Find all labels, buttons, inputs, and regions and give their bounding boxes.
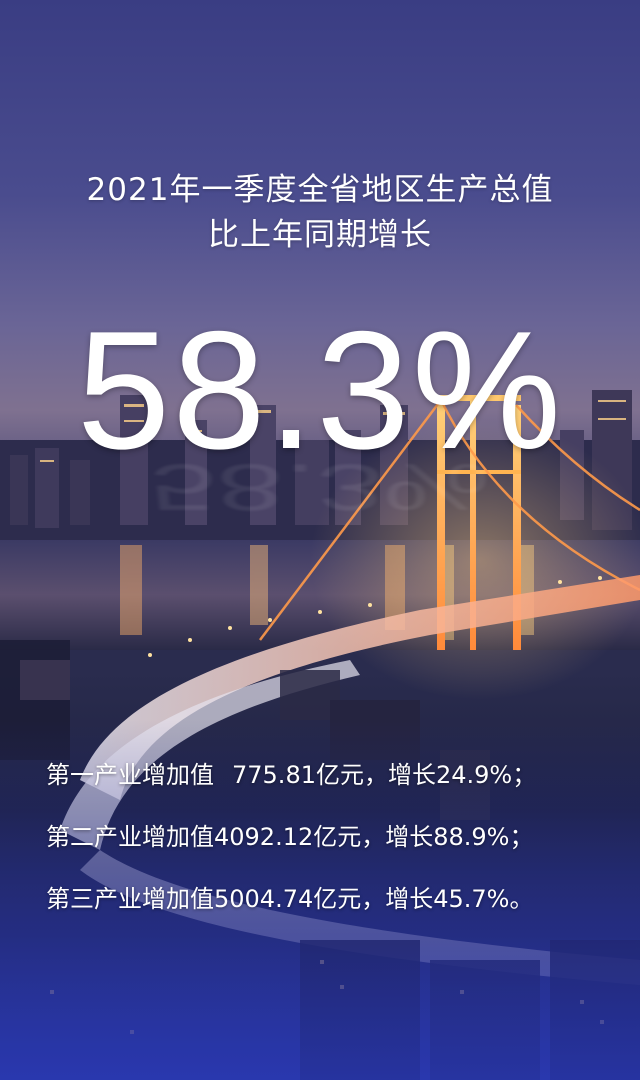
industry-secondary-amount: 4092.12亿元， [214,823,386,851]
headline-line-2: 比上年同期增长 [208,217,432,253]
industry-primary-amount: 775.81亿元， [232,761,388,789]
industry-secondary-growth: 增长88.9%； [385,823,534,851]
industry-primary: 第一产业增加值 775.81亿元，增长24.9%； [46,760,536,790]
industry-tertiary-label: 第三产业增加值 [46,885,214,913]
growth-value: 58.3% [76,296,564,484]
industry-primary-growth: 增长24.9%； [387,761,537,789]
industry-tertiary-amount: 5004.74亿元， [214,885,386,913]
poster: 2021年一季度全省地区生产总值 比上年同期增长 58.3% 58.3% 第一产… [0,0,640,1080]
industry-secondary-label: 第二产业增加值 [46,823,214,851]
industry-primary-label: 第一产业增加值 [46,761,214,789]
industry-tertiary-growth: 增长45.7%。 [385,885,534,913]
industry-tertiary: 第三产业增加值5004.74亿元，增长45.7%。 [46,884,536,914]
industry-secondary: 第二产业增加值4092.12亿元，增长88.9%； [46,822,536,852]
industry-list: 第一产业增加值 775.81亿元，增长24.9%； 第二产业增加值4092.12亿… [46,760,536,946]
headline: 2021年一季度全省地区生产总值 比上年同期增长 [0,168,640,258]
headline-line-1: 2021年一季度全省地区生产总值 [86,172,554,208]
